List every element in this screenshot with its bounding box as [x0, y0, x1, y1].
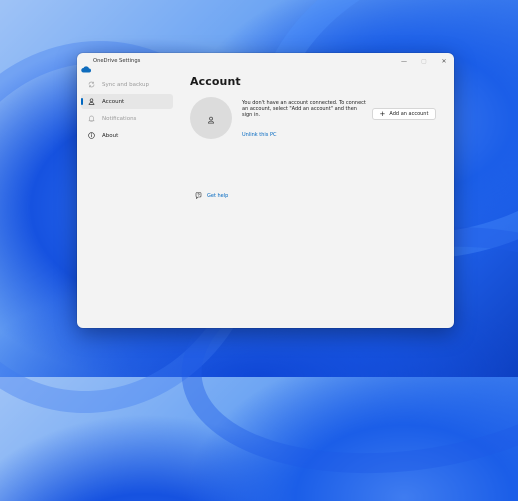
sidebar-item-account[interactable]: Account [81, 94, 173, 109]
sidebar-item-sync-and-backup[interactable]: Sync and backup [81, 77, 173, 92]
person-icon [207, 109, 215, 128]
title-bar[interactable]: OneDrive Settings — ▢ ✕ [77, 53, 454, 72]
sync-icon [86, 81, 96, 88]
maximize-button[interactable]: ▢ [414, 53, 434, 69]
sidebar-item-label: About [102, 132, 119, 139]
add-account-button[interactable]: + Add an account [372, 108, 436, 120]
get-help-link[interactable]: Get help [195, 192, 228, 199]
sidebar-item-label: Sync and backup [102, 81, 149, 88]
settings-window: OneDrive Settings — ▢ ✕ Sync and backup [77, 53, 454, 328]
get-help-label: Get help [207, 192, 229, 199]
sidebar-item-label: Account [102, 98, 125, 105]
avatar [190, 97, 232, 139]
window-title: OneDrive Settings [93, 58, 141, 64]
info-icon [86, 132, 96, 139]
main-content: Account You don't have an account connec… [190, 75, 446, 199]
sidebar: Sync and backup Account Notifications Ab… [81, 77, 173, 145]
sidebar-item-about[interactable]: About [81, 128, 173, 143]
selection-indicator [81, 98, 83, 105]
sidebar-item-notifications[interactable]: Notifications [81, 111, 173, 126]
close-button[interactable]: ✕ [434, 53, 454, 69]
onedrive-cloud-icon [81, 58, 91, 72]
unlink-pc-link[interactable]: Unlink this PC [242, 132, 276, 138]
add-account-label: Add an account [389, 111, 429, 117]
sidebar-item-label: Notifications [102, 115, 137, 122]
page-title: Account [190, 75, 241, 88]
plus-icon: + [379, 109, 386, 118]
bell-icon [86, 115, 96, 122]
no-account-message: You don't have an account connected. To … [242, 100, 366, 119]
minimize-button[interactable]: — [394, 53, 414, 69]
person-icon [86, 98, 96, 105]
chat-help-icon [195, 192, 202, 199]
